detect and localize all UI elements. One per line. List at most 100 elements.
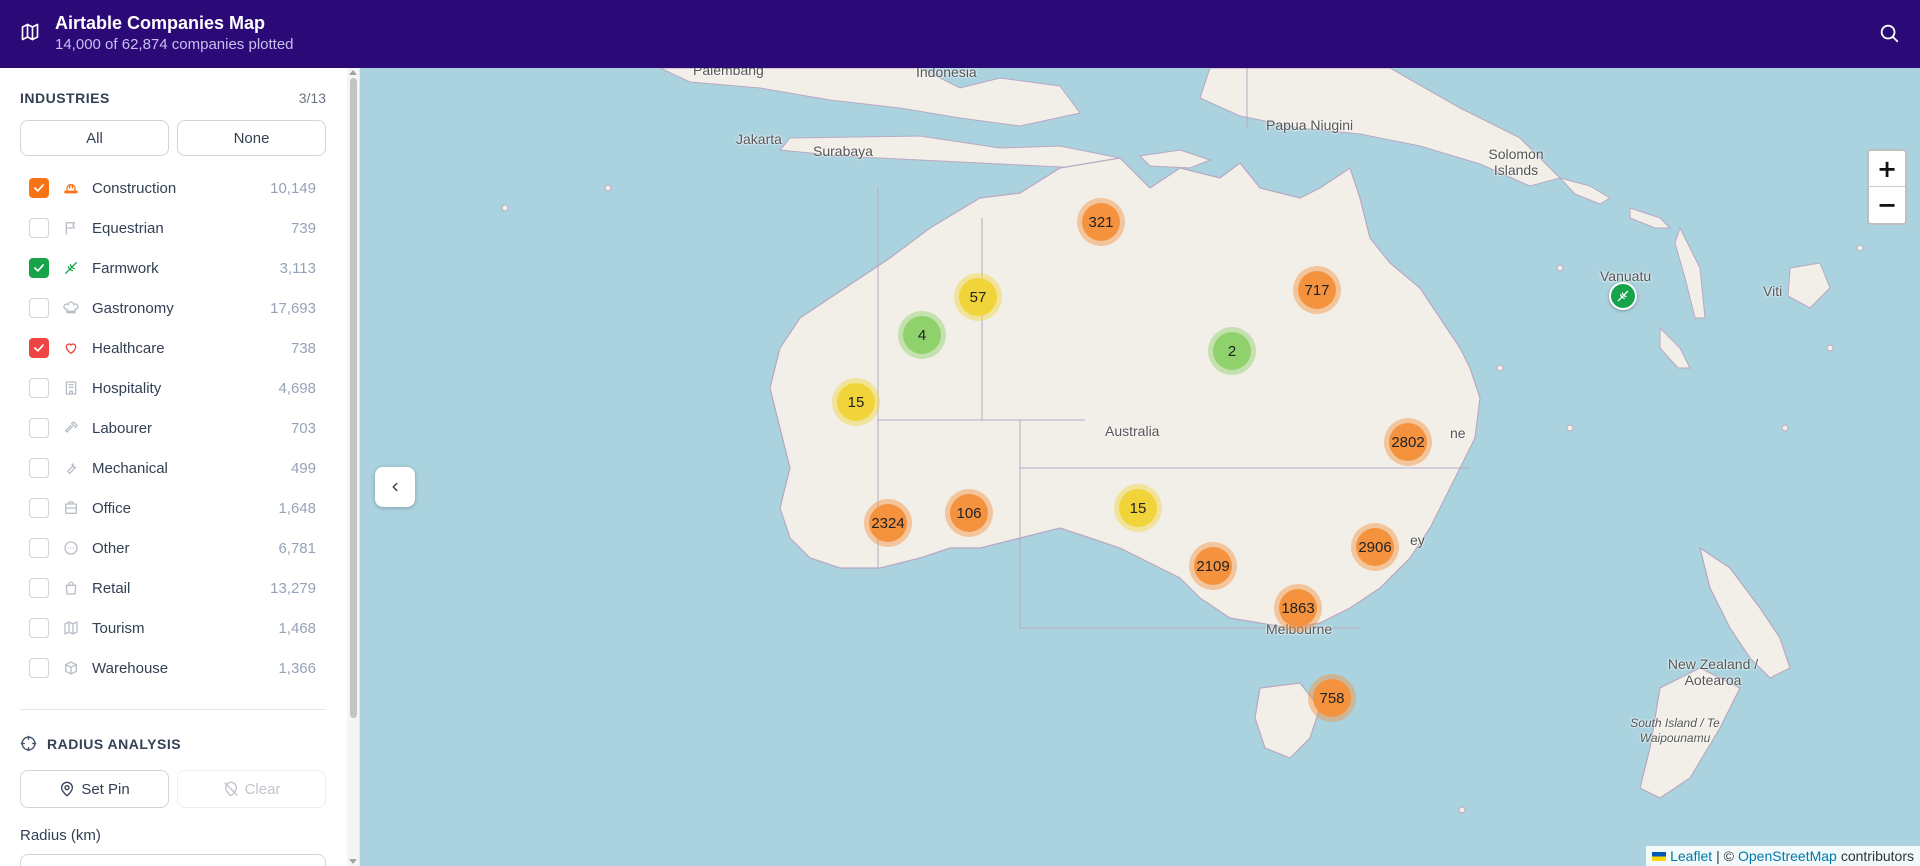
cluster-marker[interactable]: 15 [832,378,880,426]
industry-checkbox[interactable] [29,418,49,438]
cluster-marker[interactable]: 15 [1114,484,1162,532]
industry-name: Hospitality [92,379,162,397]
cluster-marker[interactable]: 758 [1308,674,1356,722]
cluster-count: 15 [1119,489,1157,527]
cluster-count: 1863 [1279,589,1317,627]
select-all-button[interactable]: All [20,120,169,156]
cluster-marker[interactable]: 2906 [1351,523,1399,571]
zoom-out-button[interactable]: − [1869,187,1905,223]
industry-item-tourism[interactable]: Tourism 1,468 [20,608,326,648]
industry-item-hospitality[interactable]: Hospitality 4,698 [20,368,326,408]
cluster-marker[interactable]: 106 [945,489,993,537]
radius-km-label: Radius (km) [20,827,101,844]
set-pin-label: Set Pin [81,780,130,798]
map-icon [62,619,80,637]
industry-checkbox[interactable] [29,498,49,518]
search-icon[interactable] [1878,22,1900,44]
industry-count: 499 [290,459,316,477]
industry-checkbox[interactable] [29,578,49,598]
industry-checkbox[interactable] [29,178,49,198]
industry-count: 6,781 [278,539,316,557]
industry-count: 1,468 [278,619,316,637]
radius-input[interactable] [20,854,326,866]
industry-item-labourer[interactable]: Labourer 703 [20,408,326,448]
scroll-down-arrow[interactable] [349,859,357,864]
industry-count: 10,149 [270,179,316,197]
industry-item-retail[interactable]: Retail 13,279 [20,568,326,608]
clear-pin-button[interactable]: Clear [177,770,326,808]
cluster-marker[interactable]: 717 [1293,266,1341,314]
circle-ellipsis-icon [62,539,80,557]
industry-checkbox[interactable] [29,538,49,558]
industry-item-healthcare[interactable]: Healthcare 738 [20,328,326,368]
industry-count: 17,693 [270,299,316,317]
zoom-control: + − [1867,149,1907,225]
industry-count: 13,279 [270,579,316,597]
sidebar-scrollbar[interactable] [347,68,359,866]
scroll-up-arrow[interactable] [349,70,357,75]
map-label-solomon: Solomon Islands [1488,146,1544,178]
map-label-australia: Australia [1105,423,1160,439]
osm-link[interactable]: OpenStreetMap [1738,848,1837,864]
cluster-count: 106 [950,494,988,532]
cluster-marker[interactable]: 1863 [1274,584,1322,632]
cluster-count: 57 [959,278,997,316]
industry-checkbox[interactable] [29,338,49,358]
industry-name: Equestrian [92,219,164,237]
map-canvas[interactable]: Palembang Indonesia Jakarta Surabaya Pap… [360,68,1920,866]
industry-item-equestrian[interactable]: Equestrian 739 [20,208,326,248]
cluster-marker[interactable]: 57 [954,273,1002,321]
set-pin-button[interactable]: Set Pin [20,770,169,808]
map-label-jakarta: Jakarta [736,131,782,147]
industry-item-other[interactable]: Other 6,781 [20,528,326,568]
farmwork-marker[interactable] [1609,282,1637,310]
check-icon [34,184,44,192]
cluster-count: 717 [1298,271,1336,309]
shopping-bag-icon [62,579,80,597]
cluster-count: 2109 [1194,547,1232,585]
ukraine-flag-icon [1652,851,1667,861]
map-pin-off-icon [223,781,238,797]
leaflet-link[interactable]: Leaflet [1670,848,1712,864]
industry-item-construction[interactable]: Construction 10,149 [20,168,326,208]
check-icon [34,344,44,352]
industry-count: 1,366 [278,659,316,677]
collapse-sidebar-button[interactable] [375,467,415,507]
map-label-new-zealand: New Zealand / Aotearoa [1667,656,1759,688]
industry-checkbox[interactable] [29,218,49,238]
cluster-marker[interactable]: 4 [898,311,946,359]
map-label-south-island: South Island / Te Waipounamu [1630,716,1720,745]
industry-name: Construction [92,179,177,197]
cluster-marker[interactable]: 2324 [864,499,912,547]
scrollbar-thumb[interactable] [350,78,357,718]
attribution-contributors: contributors [1840,848,1914,864]
industry-checkbox[interactable] [29,378,49,398]
industry-name: Warehouse [92,659,169,677]
industry-item-gastronomy[interactable]: Gastronomy 17,693 [20,288,326,328]
industry-checkbox[interactable] [29,658,49,678]
industry-item-mechanical[interactable]: Mechanical 499 [20,448,326,488]
industry-name: Office [92,499,131,517]
industry-name: Labourer [92,419,153,437]
package-icon [62,659,80,677]
industry-checkbox[interactable] [29,618,49,638]
industry-count: 1,648 [278,499,316,517]
map-label-sydney: ey [1410,532,1425,548]
app-subtitle: 14,000 of 62,874 companies plotted [55,36,294,53]
industry-checkbox[interactable] [29,258,49,278]
cluster-marker[interactable]: 2802 [1384,418,1432,466]
industry-item-farmwork[interactable]: Farmwork 3,113 [20,248,326,288]
cluster-marker[interactable]: 321 [1077,198,1125,246]
industry-checkbox[interactable] [29,458,49,478]
industry-list: Construction 10,149 Equestrian 739 Farmwork 3… [20,168,326,688]
industry-name: Gastronomy [92,299,174,317]
cluster-count: 4 [903,316,941,354]
cluster-marker[interactable]: 2109 [1189,542,1237,590]
select-none-button[interactable]: None [177,120,326,156]
industry-item-warehouse[interactable]: Warehouse 1,366 [20,648,326,688]
cluster-marker[interactable]: 2 [1208,327,1256,375]
industry-item-office[interactable]: Office 1,648 [20,488,326,528]
industry-name: Mechanical [92,459,168,477]
industry-checkbox[interactable] [29,298,49,318]
zoom-in-button[interactable]: + [1869,151,1905,187]
